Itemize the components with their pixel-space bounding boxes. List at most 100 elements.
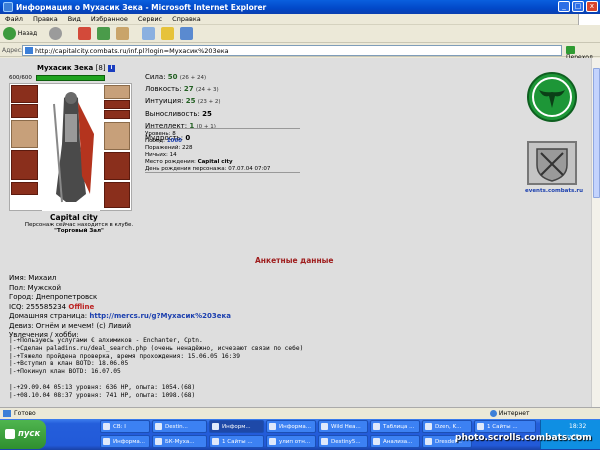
address-input[interactable]: http://capitalcity.combats.ru/inf.pl?log…	[22, 45, 562, 56]
boots-slot[interactable]	[104, 182, 130, 208]
taskbar-item-label: Dzen, K...	[435, 424, 462, 430]
stat-value: 27	[183, 85, 194, 94]
taskbar-item[interactable]: БК-Муха...	[152, 435, 207, 448]
maximize-button[interactable]: □	[572, 1, 584, 12]
taskbar-item-label: Таблица ...	[383, 424, 415, 430]
taskbar-item-label: Информа...	[279, 424, 312, 430]
address-bar: Адрес: http://capitalcity.combats.ru/inf…	[0, 44, 600, 61]
minimize-button[interactable]: _	[558, 1, 570, 12]
home-button[interactable]	[116, 27, 129, 40]
vertical-scrollbar[interactable]	[591, 58, 600, 407]
taskbar-item[interactable]: улип отн...	[266, 435, 316, 448]
windows-logo-icon	[578, 14, 600, 25]
address-label: Адрес:	[2, 47, 24, 54]
stat-value: 25	[202, 109, 212, 118]
info-icon[interactable]: i	[108, 64, 116, 72]
taskbar-item[interactable]: Destiny5...	[318, 435, 368, 448]
motto-label: Девиз:	[9, 321, 34, 330]
search-icon	[142, 27, 155, 40]
app-icon	[269, 423, 276, 430]
stop-button[interactable]	[78, 27, 91, 40]
start-button[interactable]: пуск	[0, 420, 46, 449]
armor-slot[interactable]	[11, 150, 38, 180]
log-line: |-+Вступил в клан BOTD: 18.06.05	[9, 360, 129, 368]
scrollbar-thumb[interactable]	[593, 68, 600, 198]
profile-homepage: Домашняя страница: http://mercs.ru/g?Мух…	[9, 312, 231, 322]
menu-favorites[interactable]: Избранное	[86, 14, 133, 23]
menu-view[interactable]: Вид	[63, 14, 86, 23]
record-level: Уровень: 8	[145, 131, 176, 137]
close-button[interactable]: x	[586, 1, 598, 12]
birthplace-value: Capital city	[197, 159, 233, 165]
bracers-slot[interactable]	[104, 152, 130, 180]
stat-detail: (26 + 24)	[179, 75, 207, 81]
record-draws: Ничьих: 14	[145, 152, 177, 158]
events-link[interactable]: events.combats.ru	[525, 188, 583, 194]
taskbar-item[interactable]: Анализа...	[370, 435, 420, 448]
taskbar-item[interactable]: CB: І	[100, 420, 150, 433]
taskbar-item[interactable]: Destin...	[152, 420, 207, 433]
weapon-slot[interactable]	[11, 120, 38, 148]
status-text: Готово	[14, 410, 36, 417]
search-button[interactable]	[142, 27, 155, 40]
taskbar-item[interactable]: Информа...	[266, 420, 316, 433]
taskbar-item[interactable]: Информа...	[100, 435, 150, 448]
watermark-text: photo.scrolls.combats.com	[455, 433, 592, 443]
hp-text: 600/600	[9, 75, 32, 81]
profile-icq: ICQ: 255585234 Offline	[9, 303, 231, 313]
home-icon	[116, 27, 129, 40]
refresh-button[interactable]	[97, 27, 110, 40]
menu-tools[interactable]: Сервис	[133, 14, 167, 23]
menu-edit[interactable]: Правка	[28, 14, 63, 23]
taskbar-item[interactable]: 1 Сайты ...	[474, 420, 536, 433]
taskbar-item[interactable]: Таблица ...	[370, 420, 420, 433]
event-emblem-icon[interactable]	[527, 141, 577, 185]
earrings-slot[interactable]	[11, 104, 38, 118]
ring-slot-2[interactable]	[104, 110, 130, 119]
battle-record: Уровень: 8 Побед: 1060 Поражений: 228 Ни…	[145, 131, 270, 173]
taskbar-item[interactable]: Wild Hea...	[318, 420, 368, 433]
character-figure	[42, 84, 100, 211]
back-button[interactable]: Назад	[3, 27, 37, 40]
hp-bar	[36, 75, 105, 81]
favorites-button[interactable]	[161, 27, 174, 40]
ring-slot-1[interactable]	[104, 100, 130, 109]
status-zone: Интернет	[490, 410, 529, 417]
app-icon	[321, 423, 328, 430]
taskbar-item[interactable]: Dzen, K...	[422, 420, 472, 433]
shield-slot[interactable]	[104, 122, 130, 150]
go-arrow-icon	[566, 46, 575, 54]
homepage-label: Домашняя страница:	[9, 312, 88, 320]
back-arrow-icon	[3, 27, 16, 40]
taskbar-item-label: улип отн...	[279, 439, 311, 445]
log-line: |-+08.10.04 08:37 уровня: 741 HP, опыта:…	[9, 391, 196, 399]
taskbar-item-label: БК-Муха...	[165, 439, 195, 445]
clan-emblem-icon[interactable]	[527, 72, 577, 122]
menu-help[interactable]: Справка	[167, 14, 206, 23]
menu-file[interactable]: Файл	[0, 14, 28, 23]
app-icon	[103, 423, 110, 430]
knight-image	[42, 84, 100, 211]
gloves-slot[interactable]	[104, 85, 130, 99]
taskbar-item[interactable]: 1 Сайты ...	[209, 435, 264, 448]
icq-number: ICQ: 255585234	[9, 302, 67, 311]
history-button[interactable]	[180, 27, 193, 40]
zone-label: Интернет	[498, 410, 530, 417]
forward-button[interactable]	[49, 27, 62, 40]
character-name: Мухасик Зека [8] i	[37, 64, 116, 72]
stop-icon	[78, 27, 91, 40]
profile-city: Город: Днепропетровск	[9, 293, 98, 301]
clock-time[interactable]: 18:32	[569, 423, 586, 430]
shield-swords-icon	[536, 148, 568, 182]
address-url: http://capitalcity.combats.ru/inf.pl?log…	[35, 47, 229, 55]
window-titlebar[interactable]: Информация о Мухасик Зека - Microsoft In…	[0, 0, 600, 14]
app-icon	[155, 438, 162, 445]
homepage-link[interactable]: http://mercs.ru/g?Мухасик%203ека	[89, 312, 231, 320]
helmet-slot[interactable]	[11, 85, 38, 103]
taskbar-item-active[interactable]: Информ...	[209, 420, 264, 433]
forward-arrow-icon	[49, 27, 62, 40]
profile-name: Имя: Михаил	[9, 274, 57, 282]
belt-slot[interactable]	[11, 182, 38, 195]
stat-label: Ловкость:	[145, 85, 182, 94]
